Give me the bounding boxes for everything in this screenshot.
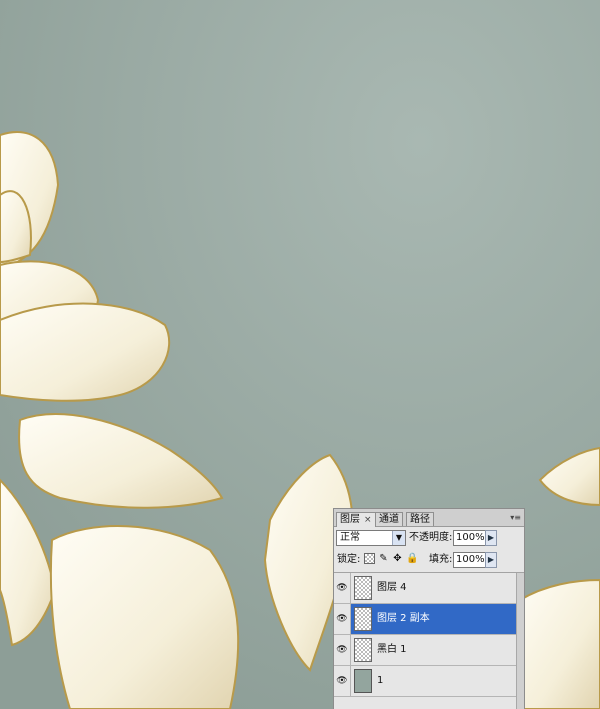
layer-name: 图层 2 副本 (377, 613, 430, 624)
layer-thumbnail (354, 576, 372, 600)
layer-name: 黑白 1 (377, 644, 407, 655)
layer-thumbnail (354, 638, 372, 662)
layer-row-selected[interactable]: 👁 图层 2 副本 (334, 604, 517, 635)
layer-thumbnail (354, 607, 372, 631)
lock-options: ✎ ✥ 🔒 (364, 553, 418, 567)
eye-icon[interactable]: 👁 (334, 635, 351, 665)
brush-icon[interactable]: ✎ (378, 553, 389, 564)
eye-icon[interactable]: 👁 (334, 604, 351, 634)
eye-icon[interactable]: 👁 (334, 666, 351, 696)
chevron-down-icon[interactable]: ▼ (392, 531, 405, 545)
lock-label: 锁定: (337, 554, 361, 565)
tab-paths-label: 路径 (410, 514, 430, 525)
tab-paths[interactable]: 路径 (406, 512, 434, 526)
panel-menu-icon[interactable]: ▾≡ (510, 513, 521, 522)
lock-fill-row: 锁定: ✎ ✥ 🔒 填充: 100% ▶ (334, 550, 524, 573)
layers-list: 👁 图层 4 👁 图层 2 副本 👁 黑白 1 👁 1 (334, 573, 524, 709)
opacity-label: 不透明度: (409, 532, 453, 543)
move-icon[interactable]: ✥ (392, 553, 403, 564)
tab-channels[interactable]: 通道 (375, 512, 403, 526)
fill-input[interactable]: 100% (453, 552, 487, 568)
lock-transparent-icon[interactable] (364, 553, 375, 564)
layer-row[interactable]: 👁 1 (334, 666, 517, 697)
fill-label: 填充: (429, 554, 453, 565)
blend-mode-select[interactable]: 正常 ▼ (336, 530, 406, 546)
eye-icon[interactable]: 👁 (334, 573, 351, 603)
layer-row[interactable]: 👁 图层 4 (334, 573, 517, 604)
opacity-input[interactable]: 100% (453, 530, 487, 546)
fill-slider-button[interactable]: ▶ (485, 552, 497, 568)
layers-panel: 图层 × 通道 路径 ▾≡ 正常 ▼ 不透明度: 100% ▶ 锁定: ✎ ✥ 🔒… (333, 508, 525, 709)
tab-layers[interactable]: 图层 × (336, 512, 376, 527)
layers-scrollbar[interactable] (516, 573, 524, 709)
blend-mode-value: 正常 (340, 532, 360, 543)
padlock-icon[interactable]: 🔒 (406, 553, 418, 564)
opacity-slider-button[interactable]: ▶ (485, 530, 497, 546)
layer-name: 1 (377, 675, 384, 686)
tab-channels-label: 通道 (379, 514, 399, 525)
layer-thumbnail (354, 669, 372, 693)
tab-layers-label: 图层 (340, 514, 360, 525)
close-icon[interactable]: × (364, 515, 372, 525)
panel-tabs: 图层 × 通道 路径 ▾≡ (334, 509, 524, 527)
layer-row[interactable]: 👁 黑白 1 (334, 635, 517, 666)
layer-name: 图层 4 (377, 582, 407, 593)
blend-opacity-row: 正常 ▼ 不透明度: 100% ▶ (334, 528, 524, 550)
